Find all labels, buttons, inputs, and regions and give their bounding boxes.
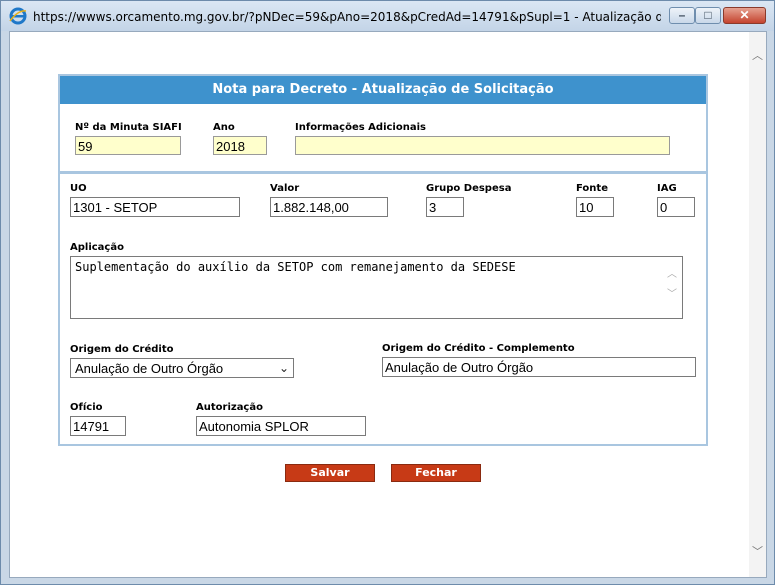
ano-field[interactable]: 2018 — [213, 136, 267, 155]
origem-complemento-field[interactable]: Anulação de Outro Órgão — [382, 357, 696, 377]
minimize-button[interactable]: – — [669, 7, 695, 24]
uo-field[interactable]: 1301 - SETOP — [70, 197, 240, 217]
section-divider — [60, 171, 706, 174]
minuta-label: Nº da Minuta SIAFI — [75, 122, 182, 133]
aplicacao-label: Aplicação — [70, 242, 124, 253]
close-icon: ✕ — [739, 8, 750, 22]
vertical-scrollbar[interactable]: ︿ ﹀ — [749, 32, 766, 577]
info-label: Informações Adicionais — [295, 122, 426, 133]
oficio-label: Ofício — [70, 402, 103, 413]
maximize-icon: □ — [704, 8, 712, 22]
minimize-icon: – — [678, 8, 686, 22]
origem-label: Origem do Crédito — [70, 344, 174, 355]
autorizacao-field[interactable]: Autonomia SPLOR — [196, 416, 366, 436]
save-button[interactable]: Salvar — [285, 464, 375, 482]
chevron-up-icon[interactable]: ︿ — [664, 265, 680, 285]
origem-complemento-label: Origem do Crédito - Complemento — [382, 343, 575, 354]
close-button[interactable]: Fechar — [391, 464, 481, 482]
chevron-down-icon: ⌄ — [278, 361, 289, 375]
ie-icon — [9, 7, 27, 25]
origem-selected-value: Anulação de Outro Órgão — [75, 361, 224, 376]
fonte-field[interactable]: 10 — [576, 197, 614, 217]
aplicacao-text: Suplementação do auxílio da SETOP com re… — [75, 260, 516, 274]
ano-label: Ano — [213, 122, 235, 133]
scroll-up-icon[interactable]: ︿ — [749, 48, 766, 65]
autorizacao-label: Autorização — [196, 402, 263, 413]
title-bar[interactable]: https://wwws.orcamento.mg.gov.br/?pNDec=… — [1, 1, 774, 31]
browser-popup-window: https://wwws.orcamento.mg.gov.br/?pNDec=… — [0, 0, 775, 585]
valor-field[interactable]: 1.882.148,00 — [270, 197, 388, 217]
grupo-field[interactable]: 3 — [426, 197, 464, 217]
grupo-label: Grupo Despesa — [426, 183, 512, 194]
iag-field[interactable]: 0 — [657, 197, 695, 217]
fonte-label: Fonte — [576, 183, 608, 194]
window-title: https://wwws.orcamento.mg.gov.br/?pNDec=… — [33, 10, 661, 24]
iag-label: IAG — [657, 183, 677, 194]
close-window-button[interactable]: ✕ — [723, 7, 766, 24]
form-header: Nota para Decreto - Atualização de Solic… — [60, 76, 706, 104]
minuta-field[interactable]: 59 — [75, 136, 181, 155]
textarea-scrollbar[interactable]: ︿ ﹀ — [664, 265, 680, 305]
maximize-button[interactable]: □ — [695, 7, 721, 24]
oficio-field[interactable]: 14791 — [70, 416, 126, 436]
form-panel: Nota para Decreto - Atualização de Solic… — [58, 74, 708, 446]
page-viewport: ︿ ﹀ Nota para Decreto - Atualização de S… — [9, 31, 767, 578]
uo-label: UO — [70, 183, 87, 194]
aplicacao-textarea[interactable]: Suplementação do auxílio da SETOP com re… — [70, 256, 683, 319]
valor-label: Valor — [270, 183, 300, 194]
chevron-down-icon[interactable]: ﹀ — [664, 285, 680, 305]
scroll-down-icon[interactable]: ﹀ — [749, 544, 766, 561]
info-field[interactable] — [295, 136, 670, 155]
origem-select[interactable]: Anulação de Outro Órgão ⌄ — [70, 358, 294, 378]
